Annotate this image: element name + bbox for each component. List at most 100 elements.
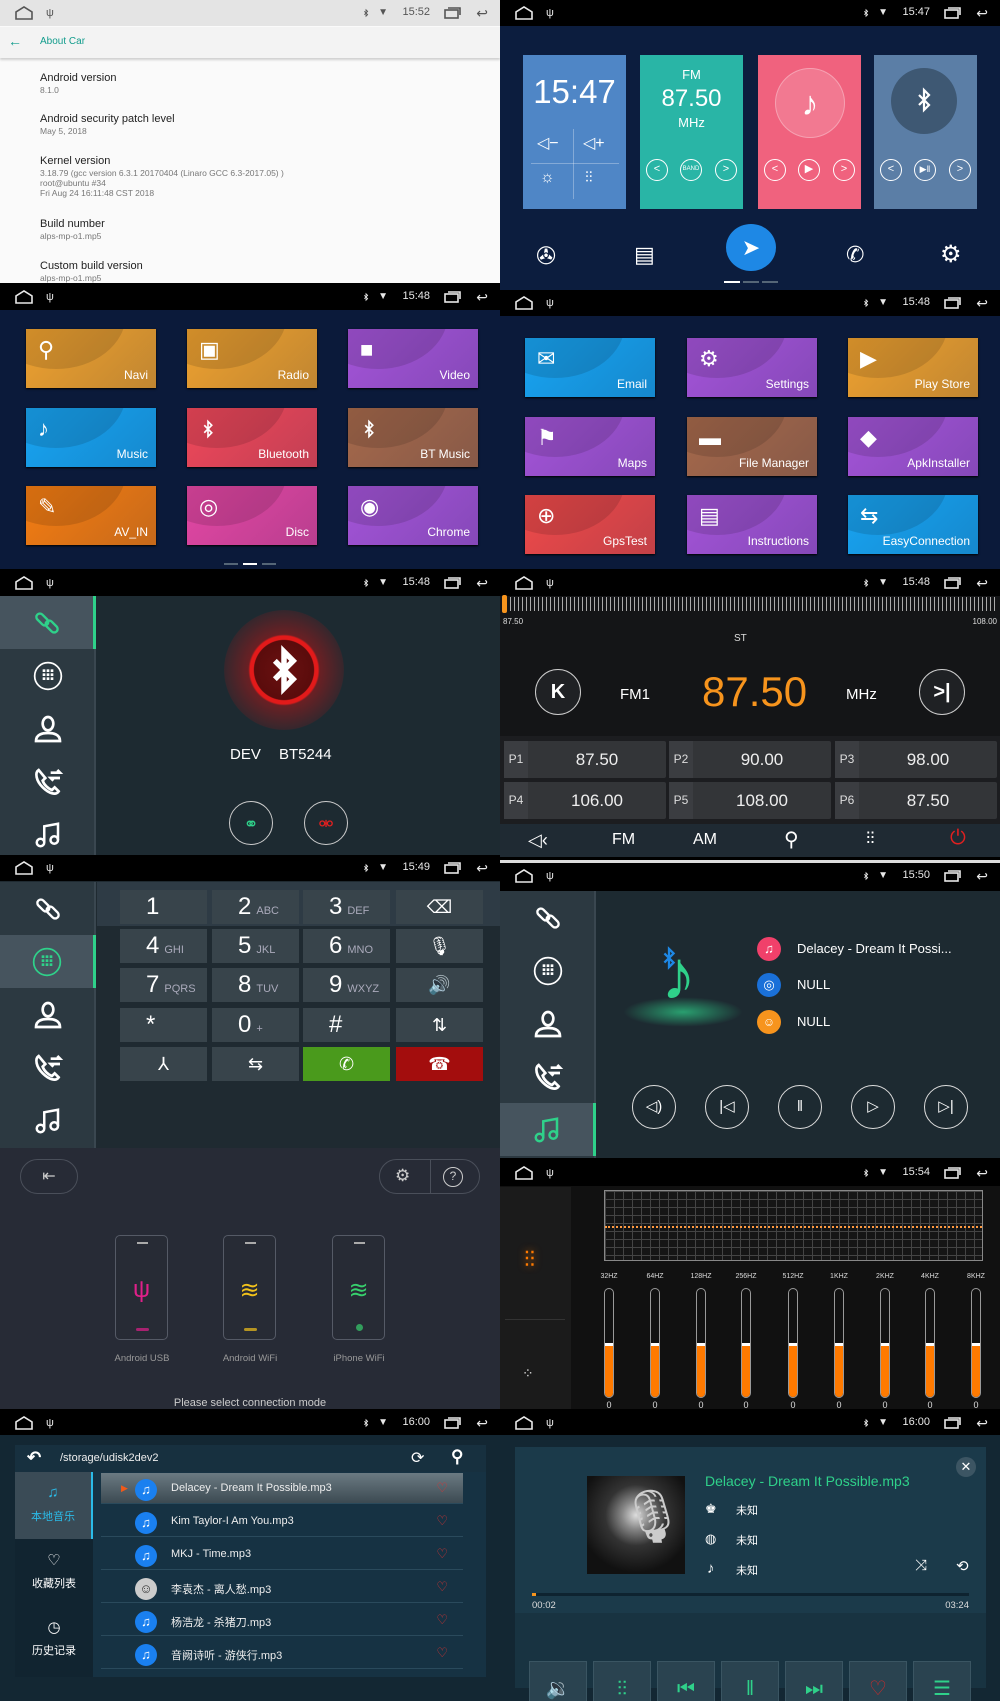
favorite-icon[interactable]: ♡ bbox=[436, 1645, 448, 1661]
home-icon[interactable] bbox=[514, 1416, 534, 1430]
merge-button[interactable]: ⅄ bbox=[120, 1047, 207, 1081]
app-tile[interactable]: ◉ Chrome bbox=[348, 486, 478, 545]
prev-track-button[interactable]: < bbox=[764, 159, 786, 181]
dial-key[interactable]: 8 TUV bbox=[212, 968, 299, 1002]
app-tile[interactable]: ▬ File Manager bbox=[687, 417, 817, 476]
app-tile[interactable]: ⊕ GpsTest bbox=[525, 495, 655, 554]
favorite-icon[interactable]: ♡ bbox=[436, 1579, 448, 1595]
next-track-button[interactable]: > bbox=[833, 159, 855, 181]
play-pause-button[interactable]: ▶‖ bbox=[914, 159, 936, 181]
back-icon[interactable]: ↩ bbox=[976, 1166, 988, 1180]
sidebar-item-contact[interactable] bbox=[0, 988, 96, 1041]
band-slider[interactable] bbox=[788, 1288, 798, 1398]
sidebar-item-dialpad[interactable] bbox=[500, 944, 596, 997]
volume-down-icon[interactable]: ◁− bbox=[537, 133, 559, 153]
pause-button[interactable]: ‖ bbox=[721, 1661, 779, 1701]
sidebar-item-music[interactable] bbox=[0, 1094, 96, 1147]
home-icon[interactable] bbox=[514, 6, 534, 20]
next-button[interactable]: ⏭ bbox=[785, 1661, 843, 1701]
app-tile[interactable]: ■ Video bbox=[348, 329, 478, 388]
dial-key[interactable]: 7 PQRS bbox=[120, 968, 207, 1002]
connect-button[interactable]: ⚭ bbox=[229, 801, 273, 845]
call-button[interactable]: ✆ bbox=[303, 1047, 390, 1081]
preset-button[interactable]: P1 87.50 bbox=[504, 741, 666, 778]
recent-apps-icon[interactable] bbox=[944, 296, 962, 310]
next-station-button[interactable]: > bbox=[715, 159, 737, 181]
previous-button[interactable]: ⏮ bbox=[657, 1661, 715, 1701]
dial-key[interactable]: 4 GHI bbox=[120, 929, 207, 963]
disconnect-button[interactable]: ⚮ bbox=[304, 801, 348, 845]
equalizer-icon[interactable]: ⫶⫶ bbox=[524, 1247, 535, 1273]
tuner-scale[interactable] bbox=[502, 597, 998, 611]
hang-up-button[interactable]: ☎ bbox=[396, 1047, 483, 1081]
settings-icon[interactable]: ⚙ bbox=[395, 1166, 410, 1186]
music-widget[interactable]: ♪ < ▶ > bbox=[758, 55, 861, 209]
back-arrow-icon[interactable]: ← bbox=[8, 33, 22, 49]
recent-apps-icon[interactable] bbox=[444, 290, 462, 304]
pause-button[interactable]: ‖ bbox=[778, 1085, 822, 1129]
app-tile[interactable]: ⚙ Settings bbox=[687, 338, 817, 397]
app-tile[interactable]: ⇆ EasyConnection bbox=[848, 495, 978, 554]
favorite-icon[interactable]: ♡ bbox=[436, 1612, 448, 1628]
dial-key[interactable]: 3 DEF bbox=[303, 890, 390, 924]
fm-button[interactable]: FM bbox=[612, 831, 635, 849]
volume-up-icon[interactable]: ◁+ bbox=[583, 133, 605, 153]
speaker-button[interactable]: 🔊 bbox=[396, 968, 483, 1002]
back-icon[interactable]: ↩ bbox=[976, 1416, 988, 1430]
preset-button[interactable]: P5 108.00 bbox=[669, 782, 831, 819]
home-icon[interactable] bbox=[14, 576, 34, 590]
dial-key[interactable]: * bbox=[120, 1008, 207, 1042]
radio-widget[interactable]: FM 87.50 MHz < BAND > bbox=[640, 55, 743, 209]
sidebar-item-link[interactable] bbox=[0, 596, 96, 649]
backspace-button[interactable]: ⌫ bbox=[396, 890, 483, 924]
band-slider[interactable] bbox=[880, 1288, 890, 1398]
app-tile[interactable]: ♪ Music bbox=[26, 408, 156, 467]
sidebar-item-dialpad[interactable] bbox=[0, 935, 96, 988]
refresh-icon[interactable]: ⟳ bbox=[411, 1448, 424, 1468]
swap-button[interactable]: ⇆ bbox=[212, 1047, 299, 1081]
sidebar-item-calllog[interactable] bbox=[500, 1050, 596, 1103]
app-tile[interactable]: ◎ Disc bbox=[187, 486, 317, 545]
bt-music-widget[interactable]: < ▶‖ > bbox=[874, 55, 977, 209]
next-button[interactable]: ▷| bbox=[924, 1085, 968, 1129]
back-icon[interactable]: ↩ bbox=[976, 869, 988, 883]
recent-apps-icon[interactable] bbox=[944, 576, 962, 590]
home-icon[interactable] bbox=[14, 6, 34, 20]
dial-key[interactable]: 0 + bbox=[212, 1008, 299, 1042]
app-tile[interactable]: ◆ ApkInstaller bbox=[848, 417, 978, 476]
dial-key[interactable]: 5 JKL bbox=[212, 929, 299, 963]
speaker-balance-icon[interactable]: ⁘ bbox=[522, 1365, 534, 1382]
play-button[interactable]: ▷ bbox=[851, 1085, 895, 1129]
recent-apps-icon[interactable] bbox=[444, 861, 462, 875]
app-tile[interactable]: ⚲ Navi bbox=[26, 329, 156, 388]
connection-option[interactable]: ψ bbox=[115, 1235, 168, 1340]
home-icon[interactable] bbox=[514, 869, 534, 883]
equalizer-icon[interactable]: ⫶⫶ bbox=[585, 169, 593, 186]
app-tile[interactable]: ▣ Radio bbox=[187, 329, 317, 388]
home-icon[interactable] bbox=[14, 1416, 34, 1430]
recent-apps-icon[interactable] bbox=[944, 869, 962, 883]
sidebar-item-calllog[interactable] bbox=[0, 1041, 96, 1094]
volume-button[interactable]: ◁) bbox=[632, 1085, 676, 1129]
app-tile[interactable]: BT Music bbox=[348, 408, 478, 467]
recent-apps-icon[interactable] bbox=[944, 1166, 962, 1180]
radio-icon[interactable]: ▤ bbox=[634, 242, 655, 268]
app-tile[interactable]: ✉ Email bbox=[525, 338, 655, 397]
band-slider[interactable] bbox=[834, 1288, 844, 1398]
back-icon[interactable]: ↩ bbox=[976, 296, 988, 310]
video-icon[interactable]: ✇ bbox=[536, 242, 556, 271]
dial-key[interactable]: 1 bbox=[120, 890, 207, 924]
seek-forward-button[interactable]: >| bbox=[919, 669, 965, 715]
recent-apps-icon[interactable] bbox=[444, 1416, 462, 1430]
band-slider[interactable] bbox=[741, 1288, 751, 1398]
bt-phone-icon[interactable]: ✆ bbox=[846, 242, 864, 268]
song-row[interactable]: ♫ 杨浩龙 - 杀猪刀.mp3 ♡ bbox=[101, 1605, 463, 1636]
equalizer-icon[interactable]: ⫶⫶ bbox=[866, 829, 875, 849]
help-icon[interactable]: ? bbox=[443, 1167, 463, 1187]
band-slider[interactable] bbox=[650, 1288, 660, 1398]
back-icon[interactable]: ↶ bbox=[27, 1448, 41, 1468]
volume-button[interactable]: 🔉 bbox=[529, 1661, 587, 1701]
favorite-icon[interactable]: ♡ bbox=[436, 1480, 448, 1496]
app-tile[interactable]: Bluetooth bbox=[187, 408, 317, 467]
band-slider[interactable] bbox=[925, 1288, 935, 1398]
